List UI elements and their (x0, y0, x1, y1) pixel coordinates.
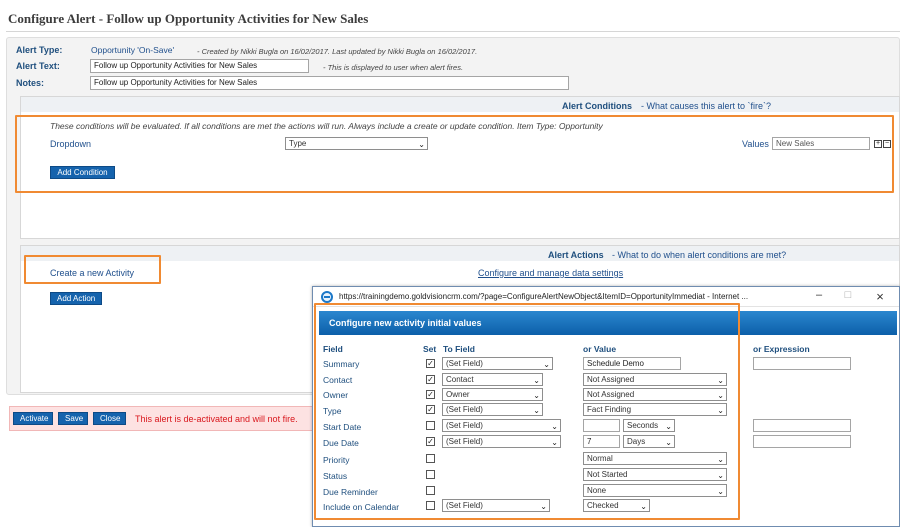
condition-field-value: Type (289, 139, 307, 148)
add-condition-button[interactable]: Add Condition (50, 166, 115, 179)
save-button[interactable]: Save (58, 412, 88, 425)
conditions-title: Alert Conditions (562, 101, 632, 111)
popup-form-highlight (314, 303, 740, 520)
expand-plus-icon[interactable]: + (874, 140, 882, 148)
popup-url: https://trainingdemo.goldvisioncrm.com/?… (339, 292, 749, 301)
actions-title: Alert Actions (548, 250, 604, 260)
chevron-down-icon: ⌄ (418, 140, 425, 149)
row-start-date-expression-input[interactable] (753, 419, 851, 432)
condition-field-select[interactable]: Type ⌄ (285, 137, 428, 150)
conditions-info: These conditions will be evaluated. If a… (50, 121, 603, 131)
alert-type-value: Opportunity 'On-Save' (91, 45, 175, 55)
col-or-expression: or Expression (753, 344, 810, 354)
activate-button[interactable]: Activate (13, 412, 53, 425)
alert-text-input[interactable]: Follow up Opportunity Activities for New… (90, 59, 309, 73)
page-title: Configure Alert - Follow up Opportunity … (8, 11, 369, 26)
row-due-date-expression-input[interactable] (753, 435, 851, 448)
deactivated-warning: This alert is de-activated and will not … (135, 414, 298, 424)
notes-label: Notes: (16, 78, 45, 88)
close-button[interactable]: Close (93, 412, 126, 425)
create-activity-link[interactable]: Create a new Activity (50, 268, 134, 278)
alert-text-label: Alert Text: (16, 61, 60, 71)
condition-row-label: Dropdown (50, 139, 92, 149)
values-label: Values (742, 139, 769, 149)
conditions-subtitle: - What causes this alert to `fire`? (641, 101, 772, 111)
collapse-minus-icon[interactable]: − (883, 140, 891, 148)
browser-icon (321, 291, 333, 303)
minimize-icon[interactable]: – (809, 289, 829, 301)
alert-type-meta: - Created by Nikki Bugla on 16/02/2017. … (197, 47, 478, 56)
notes-input[interactable]: Follow up Opportunity Activities for New… (90, 76, 569, 90)
maximize-icon[interactable]: □ (838, 289, 858, 301)
title-divider (6, 31, 900, 32)
alert-type-label: Alert Type: (16, 45, 63, 55)
close-window-icon[interactable]: × (870, 289, 890, 304)
row-summary-expression-input[interactable] (753, 357, 851, 370)
alert-text-note: - This is displayed to user when alert f… (323, 63, 464, 72)
add-action-button[interactable]: Add Action (50, 292, 102, 305)
values-input[interactable]: New Sales (772, 137, 870, 150)
configure-manage-link[interactable]: Configure and manage data settings (478, 268, 623, 278)
actions-subtitle: - What to do when alert conditions are m… (612, 250, 787, 260)
